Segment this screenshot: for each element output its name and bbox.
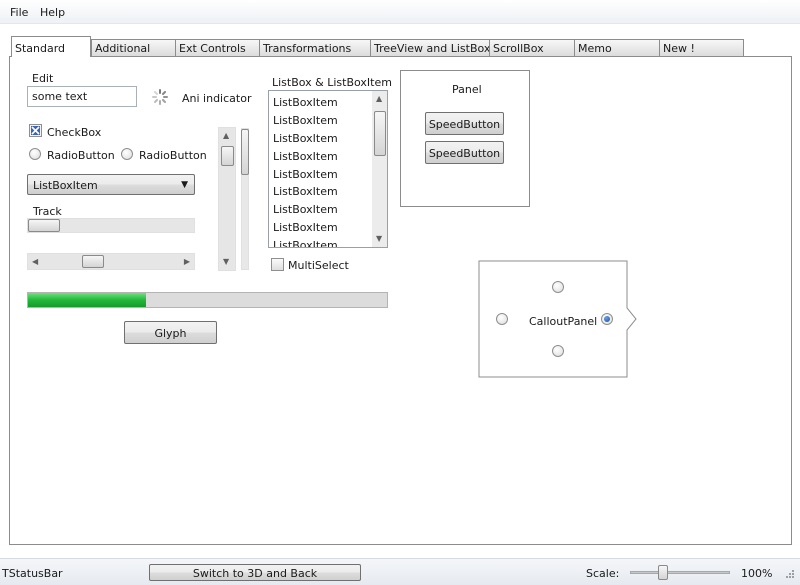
list-item[interactable]: ListBoxItem [269,183,372,201]
radio-button-1-label: RadioButton [47,149,115,162]
scroll-down-icon[interactable]: ▼ [223,258,229,266]
tab-new[interactable]: New ! [659,39,744,56]
list-item[interactable]: ListBoxItem [269,219,372,237]
scale-value: 100% [741,567,773,580]
scroll-down-icon[interactable]: ▼ [376,235,382,243]
resize-grip-icon[interactable] [784,570,794,580]
track-thumb[interactable] [28,219,60,232]
tab-standard[interactable]: Standard [11,36,91,57]
listbox-scrollbar[interactable]: ▲ ▼ [372,91,387,247]
tab-transformations[interactable]: Transformations [259,39,371,56]
multiselect-label: MultiSelect [288,259,349,272]
horizontal-scroll-thumb[interactable] [82,255,104,268]
callout-radio-top[interactable] [552,281,564,293]
scroll-up-icon[interactable]: ▲ [223,132,229,140]
menu-file[interactable]: File [10,6,28,19]
vertical-track[interactable] [241,128,249,270]
scroll-left-icon[interactable]: ◀ [32,258,38,266]
scroll-right-icon[interactable]: ▶ [184,258,190,266]
callout-panel-label: CalloutPanel [529,315,598,328]
vertical-scrollbar[interactable]: ▲ ▼ [218,127,236,271]
list-item[interactable]: ListBoxItem [269,166,372,184]
list-item[interactable]: ListBoxItem [269,237,372,247]
multiselect-checkbox[interactable] [271,258,284,271]
speed-button-1[interactable]: SpeedButton [425,112,504,135]
menu-bar: File Help [0,0,800,24]
listbox-label: ListBox & ListBoxItem [272,76,392,89]
switch-3d-button[interactable]: Switch to 3D and Back [149,564,361,581]
list-item[interactable]: ListBoxItem [269,130,372,148]
radio-button-2[interactable] [121,148,133,160]
checkbox-label: CheckBox [47,126,102,139]
vertical-track-thumb[interactable] [241,129,249,175]
checkmark-icon [31,126,40,135]
listbox[interactable]: ListBoxItem ListBoxItem ListBoxItem List… [268,90,388,248]
listbox-scroll-thumb[interactable] [374,111,386,156]
tab-scrollbox[interactable]: ScrollBox [489,39,575,56]
progress-bar [27,292,388,308]
checkbox[interactable] [29,124,42,137]
ani-indicator-label: Ani indicator [182,92,252,105]
radio-button-1[interactable] [29,148,41,160]
radio-button-2-label: RadioButton [139,149,207,162]
progress-bar-fill [28,293,147,307]
tab-memo[interactable]: Memo [574,39,660,56]
edit-label: Edit [32,72,54,85]
callout-radio-right[interactable] [601,313,613,325]
status-text: TStatusBar [2,567,63,580]
speed-button-2[interactable]: SpeedButton [425,141,504,164]
horizontal-scrollbar[interactable]: ◀ ▶ [27,253,195,270]
list-item[interactable]: ListBoxItem [269,94,372,112]
list-item[interactable]: ListBoxItem [269,201,372,219]
tab-additional[interactable]: Additional [91,39,176,56]
track-label: Track [33,205,62,218]
scale-label: Scale: [586,567,620,580]
tab-treeview-listbox[interactable]: TreeView and ListBox [370,39,490,56]
scale-slider[interactable] [630,565,730,580]
vertical-scroll-thumb[interactable] [221,146,234,166]
panel-label: Panel [452,83,482,96]
scale-slider-thumb[interactable] [658,565,668,580]
callout-radio-left[interactable] [496,313,508,325]
list-item[interactable]: ListBoxItem [269,112,372,130]
scroll-up-icon[interactable]: ▲ [376,95,382,103]
track-bar[interactable] [27,218,195,233]
status-bar: TStatusBar Switch to 3D and Back Scale: … [0,558,800,585]
combo-box[interactable]: ListBoxItem ▼ [27,174,195,195]
menu-help[interactable]: Help [40,6,65,19]
edit-field[interactable]: some text [27,86,137,107]
callout-radio-bottom[interactable] [552,345,564,357]
tab-ext-controls[interactable]: Ext Controls [175,39,260,56]
panel: Panel SpeedButton SpeedButton [400,70,530,207]
chevron-down-icon: ▼ [181,180,188,190]
list-item[interactable]: ListBoxItem [269,148,372,166]
combo-box-value: ListBoxItem [33,179,98,192]
glyph-button[interactable]: Glyph [124,321,217,344]
ani-indicator-icon [152,89,168,105]
